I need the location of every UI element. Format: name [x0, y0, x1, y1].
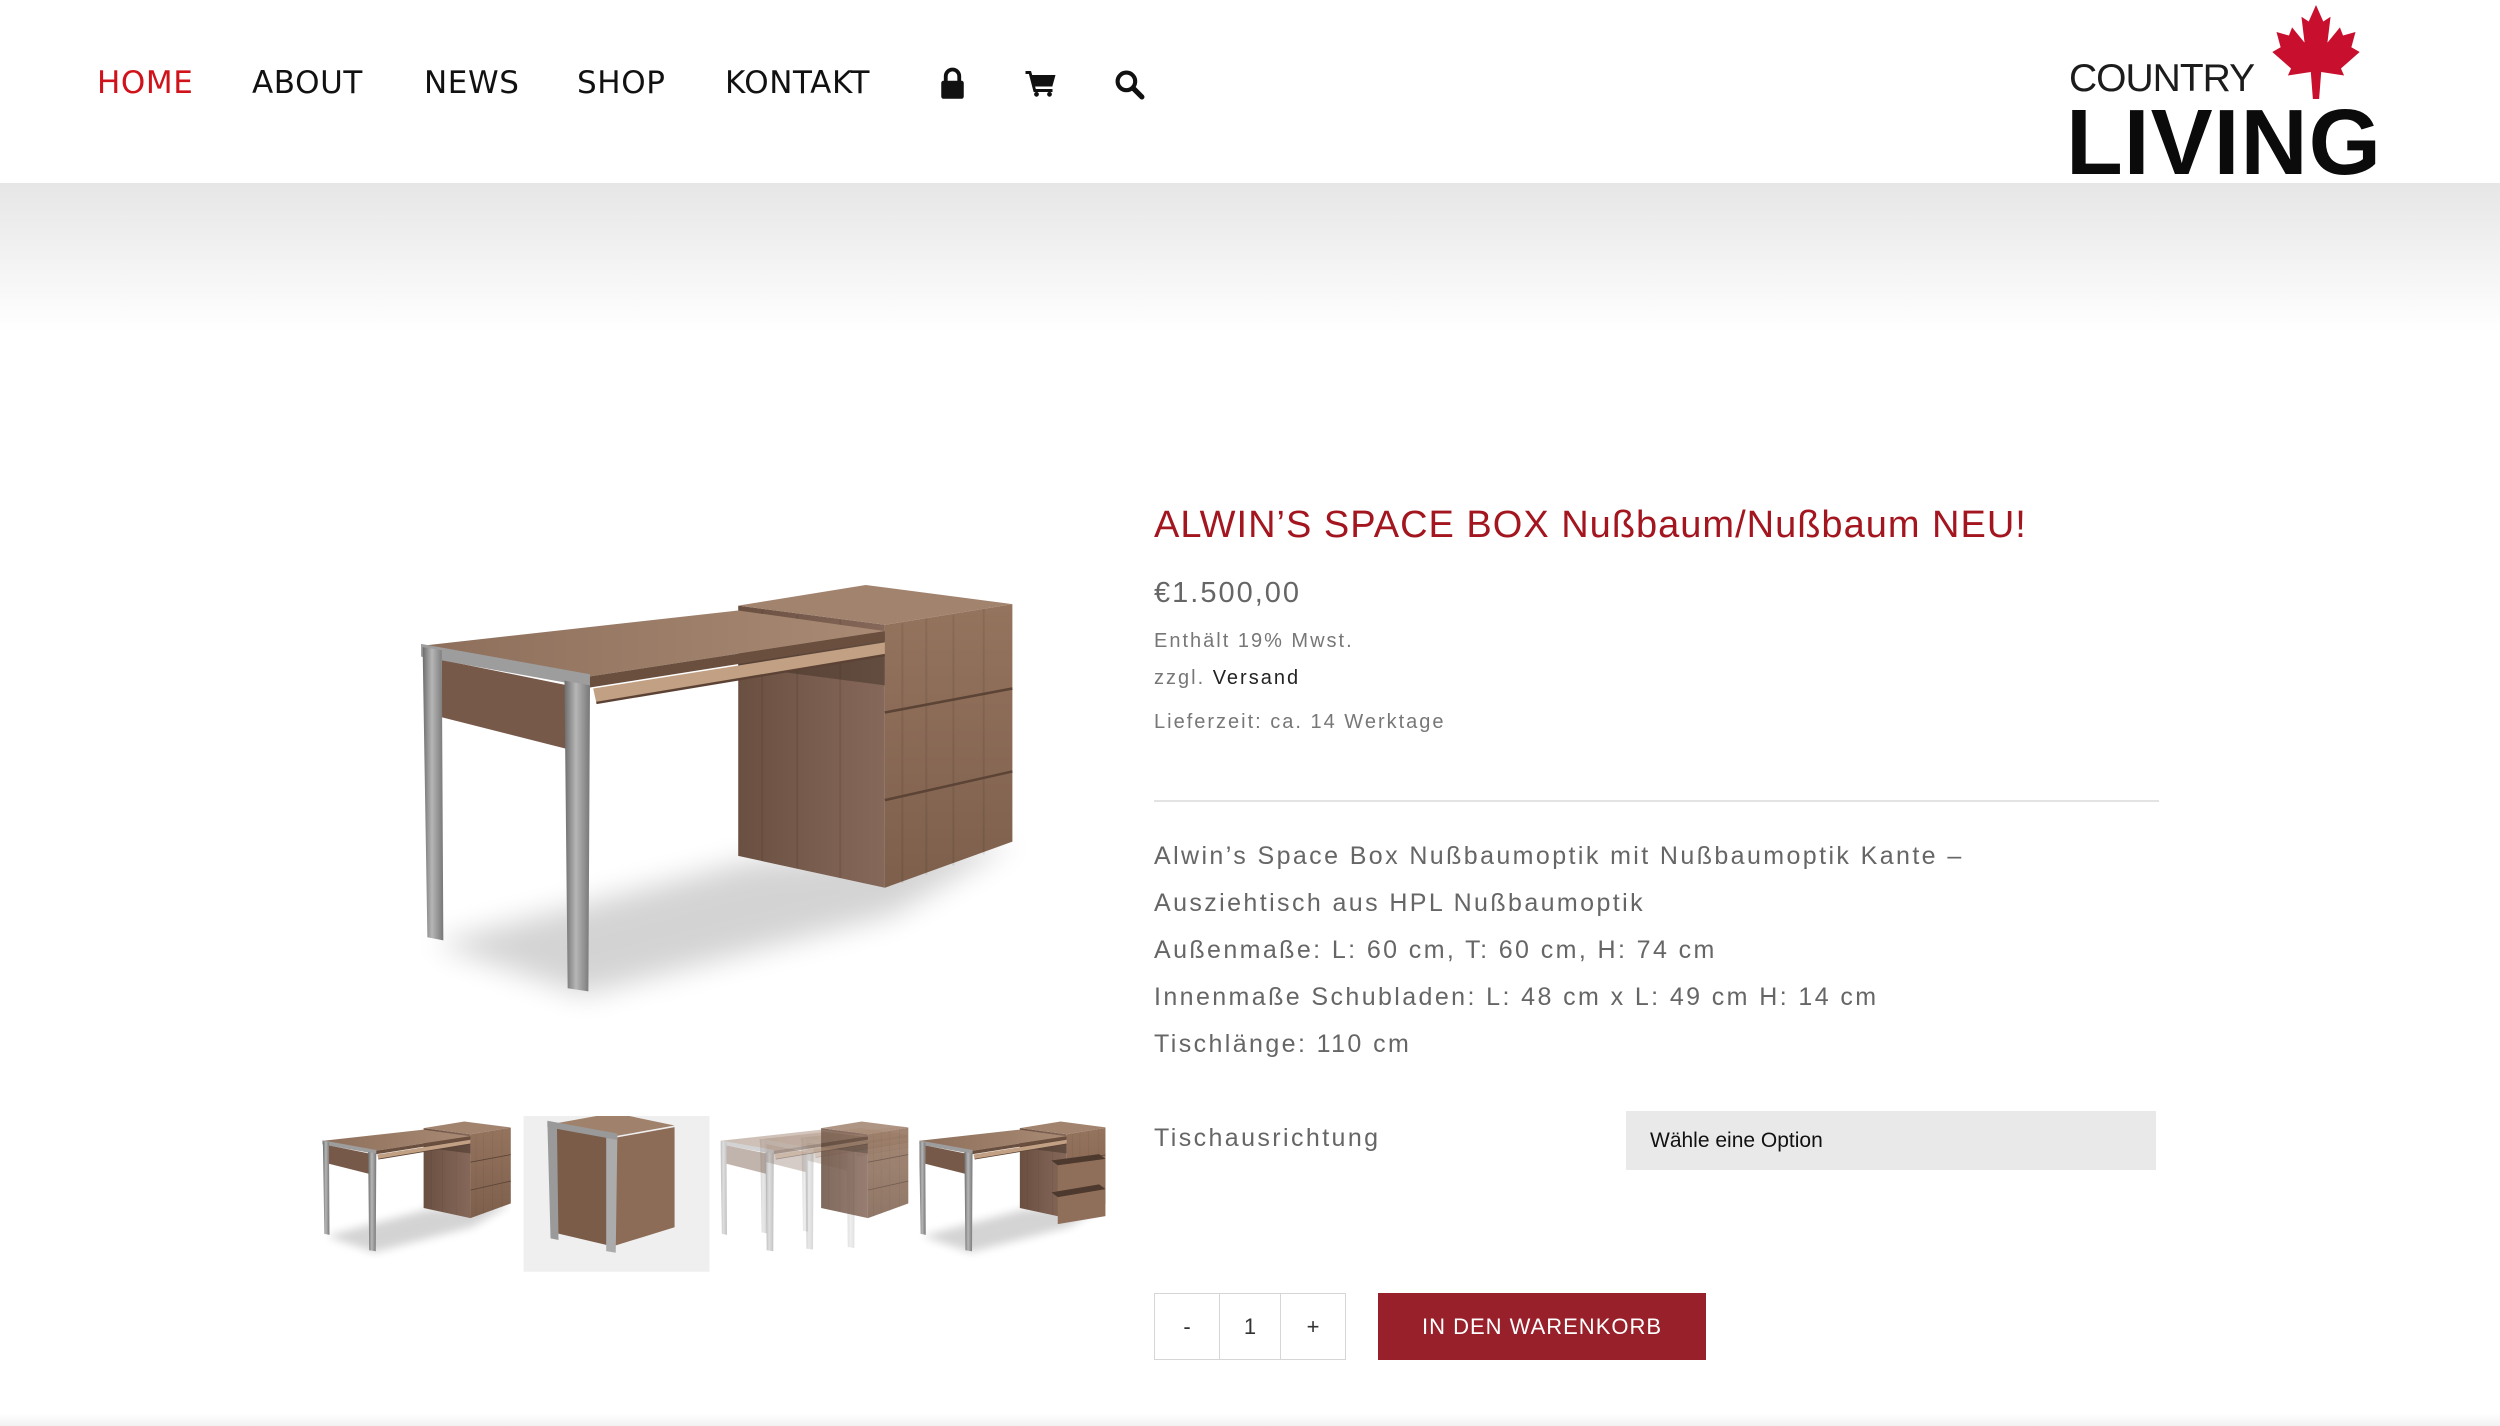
shipping-prefix: zzgl.: [1154, 667, 1206, 689]
nav-about[interactable]: ABOUT: [252, 65, 363, 101]
gallery-thumbnail-3[interactable]: [720, 1116, 949, 1272]
table-orientation-select[interactable]: Wähle eine Option: [1626, 1111, 2156, 1170]
gallery-thumbnails: [320, 1116, 1116, 1272]
maple-leaf-icon: [2272, 5, 2360, 99]
gallery-thumbnail-4[interactable]: [919, 1116, 1108, 1272]
product-title: ALWIN’S SPACE BOX Nußbaum/Nußbaum NEU!: [1154, 504, 2027, 546]
description-line: Ausziehtisch aus HPL Nußbaumoptik: [1154, 889, 1645, 917]
product-main-image[interactable]: [319, 478, 1116, 1084]
gallery-thumbnail-2[interactable]: [523, 1116, 710, 1272]
variation-label: Tischausrichtung: [1154, 1124, 1381, 1152]
nav-shop[interactable]: SHOP: [577, 65, 665, 101]
description-line: Tischlänge: 110 cm: [1154, 1030, 1412, 1058]
site-header: HOME ABOUT NEWS SHOP KONTAKT COUNTRY LIV…: [0, 0, 2500, 189]
description-line: Innenmaße Schubladen: L: 48 cm x L: 49 c…: [1154, 983, 1879, 1011]
nav-kontakt[interactable]: KONTAKT: [725, 65, 870, 101]
quantity-decrease-button[interactable]: -: [1155, 1294, 1219, 1359]
add-to-cart-button[interactable]: IN DEN WARENKORB: [1378, 1293, 1706, 1360]
nav-home[interactable]: HOME: [97, 65, 193, 101]
description-line: Außenmaße: L: 60 cm, T: 60 cm, H: 74 cm: [1154, 936, 1717, 964]
search-icon[interactable]: [1114, 69, 1145, 100]
gallery-thumbnail-1[interactable]: [320, 1116, 512, 1272]
cart-icon[interactable]: [1025, 70, 1056, 97]
shipping-note: zzgl. Versand: [1154, 668, 1300, 688]
divider: [1154, 800, 2159, 802]
space-box-table-illustration: [421, 585, 1014, 995]
header-shadow-band: [0, 183, 2500, 333]
lock-icon[interactable]: [939, 67, 966, 99]
quantity-input[interactable]: [1219, 1294, 1281, 1359]
description-line: Alwin’s Space Box Nußbaumoptik mit Nußba…: [1154, 842, 1964, 870]
tax-note: Enthält 19% Mwst.: [1154, 630, 1354, 652]
logo-text-living: LIVING: [2066, 90, 2383, 194]
quantity-increase-button[interactable]: +: [1281, 1294, 1345, 1359]
select-placeholder: Wähle eine Option: [1650, 1129, 1823, 1152]
site-logo[interactable]: COUNTRY LIVING: [2060, 0, 2390, 189]
shipping-link[interactable]: Versand: [1213, 667, 1300, 689]
footer-shadow: [0, 1414, 2500, 1426]
delivery-time: Lieferzeit: ca. 14 Werktage: [1154, 711, 1446, 733]
product-price: €1.500,00: [1154, 577, 1302, 609]
nav-news[interactable]: NEWS: [424, 65, 520, 101]
quantity-stepper: - +: [1154, 1293, 1346, 1360]
